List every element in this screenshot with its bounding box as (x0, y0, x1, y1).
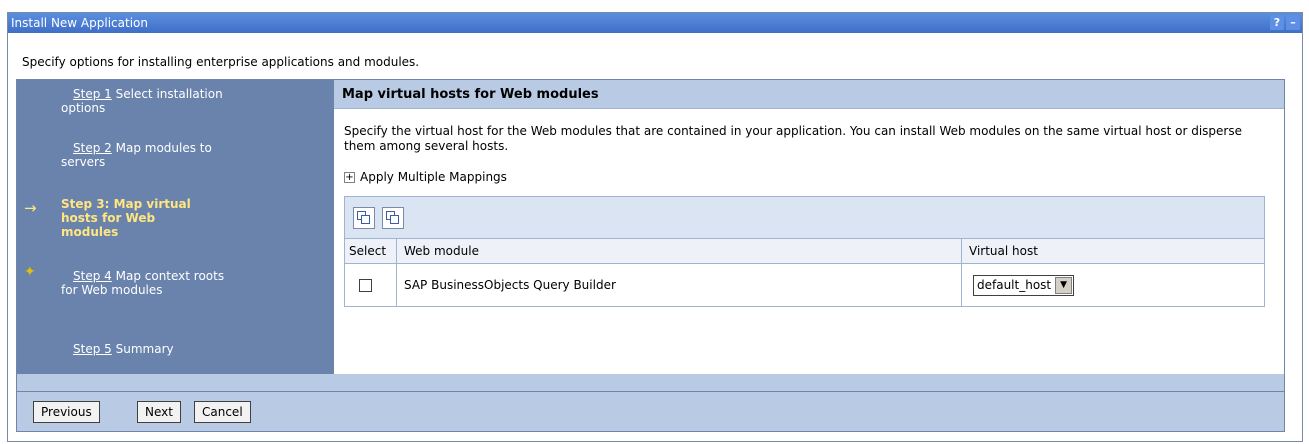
table-toolbar (345, 197, 1264, 239)
select-all-icon (357, 211, 371, 225)
previous-button[interactable]: Previous (33, 401, 100, 423)
main-content: Map virtual hosts for Web modules Specif… (334, 80, 1284, 374)
next-button[interactable]: Next (137, 401, 181, 423)
apply-multiple-label[interactable]: Apply Multiple Mappings (360, 170, 507, 184)
page-title: Map virtual hosts for Web modules (334, 80, 1284, 109)
step-4-link[interactable]: Step 4 (73, 269, 112, 283)
button-bar: Previous Next Cancel (16, 392, 1285, 432)
next-step-star-icon: ✦ (24, 264, 36, 280)
step-1-text: Step 1 Select installation options (61, 87, 236, 115)
step-2-text: Step 2 Map modules to servers (61, 141, 236, 169)
table-header: Select Web module Virtual host (345, 239, 1264, 264)
select-cell (345, 264, 397, 306)
window-titlebar: Install New Application ? – (8, 13, 1302, 33)
current-step-arrow-icon: → (24, 199, 37, 217)
minimize-button[interactable]: – (1286, 15, 1300, 30)
titlebar-buttons: ? – (1270, 15, 1300, 30)
expand-plus-icon[interactable]: + (344, 171, 355, 183)
column-header-web-module: Web module (397, 239, 962, 263)
column-header-virtual-host: Virtual host (969, 244, 1038, 258)
virtual-host-table: Select Web module Virtual host SAP Busin… (344, 196, 1265, 307)
deselect-all-button[interactable] (382, 207, 404, 229)
deselect-all-icon (386, 211, 400, 225)
dropdown-arrow-icon[interactable]: ▼ (1055, 277, 1073, 294)
select-all-button[interactable] (353, 207, 375, 229)
description-text: Specify the virtual host for the Web mod… (344, 124, 1242, 153)
apply-multiple-mappings[interactable]: + Apply Multiple Mappings (344, 170, 507, 184)
row-select-checkbox[interactable] (359, 279, 372, 292)
step-5-text: Step 5 Summary (61, 342, 236, 356)
step-4-text: Step 4 Map context roots for Web modules (61, 269, 236, 297)
virtual-host-value: default_host (977, 278, 1052, 292)
step-2-link[interactable]: Step 2 (73, 141, 112, 155)
virtual-host-select[interactable]: default_host ▼ (973, 275, 1075, 296)
step-5-link[interactable]: Step 5 (73, 342, 112, 356)
virtual-host-cell: default_host ▼ (962, 264, 1264, 306)
column-header-select: Select (345, 239, 397, 263)
step-3-label: Step 3: Map virtual hosts for Web module… (61, 197, 191, 239)
cancel-button[interactable]: Cancel (194, 401, 251, 423)
web-module-cell: SAP BusinessObjects Query Builder (397, 264, 962, 306)
intro-text: Specify options for installing enterpris… (22, 55, 420, 69)
steps-sidebar: Step 1 Select installation options Step … (17, 80, 334, 374)
step-1-link[interactable]: Step 1 (73, 87, 112, 101)
step-5-label: Summary (115, 342, 174, 356)
wizard-panel: Step 1 Select installation options Step … (16, 79, 1285, 392)
window-title: Install New Application (11, 16, 148, 30)
table-row: SAP BusinessObjects Query Builder defaul… (345, 264, 1264, 306)
help-button[interactable]: ? (1270, 15, 1284, 30)
